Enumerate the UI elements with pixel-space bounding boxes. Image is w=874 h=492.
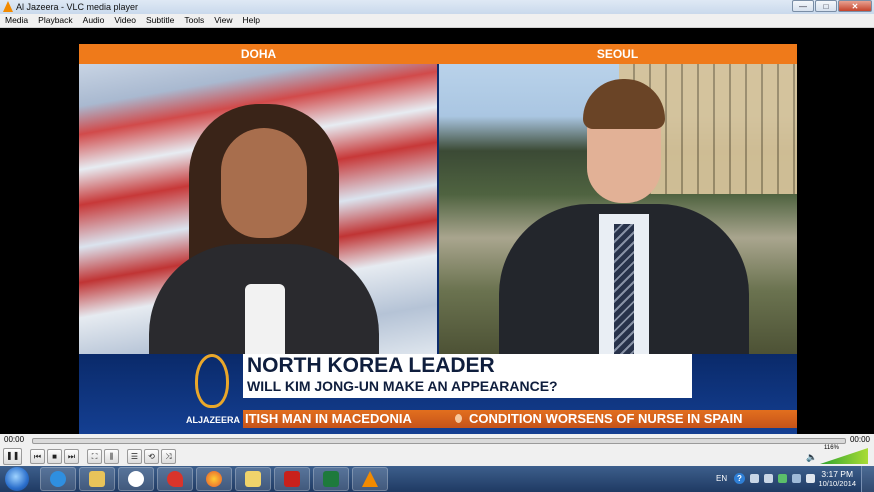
- presenter: [149, 104, 379, 354]
- broadcast-frame: DOHA SEOUL NORTH KOREA LEADER WILL KIM J…: [79, 44, 797, 434]
- system-tray: EN ? 3:17 PM 10/10/2014: [714, 466, 874, 492]
- minimize-button[interactable]: —: [792, 0, 814, 12]
- ticker-separator-icon: [455, 414, 462, 423]
- menu-media[interactable]: Media: [0, 14, 33, 27]
- menu-subtitle[interactable]: Subtitle: [141, 14, 179, 27]
- clock[interactable]: 3:17 PM 10/10/2014: [818, 469, 856, 489]
- studio-panel: [79, 64, 437, 354]
- vlc-cone-icon: [362, 471, 378, 487]
- start-button[interactable]: [5, 467, 29, 491]
- firefox-icon: [206, 471, 222, 487]
- correspondent-panel: [439, 64, 797, 354]
- control-buttons: ❚❚ ⏮ ■ ⏭ ⛶ ⫼ ☰ ⟲ ⤨: [3, 448, 178, 465]
- random-button[interactable]: ⤨: [161, 449, 176, 464]
- fullscreen-button[interactable]: ⛶: [87, 449, 102, 464]
- playlist-button[interactable]: ☰: [127, 449, 142, 464]
- internet-explorer-icon: [50, 471, 66, 487]
- window-title: Al Jazeera - VLC media player: [16, 2, 139, 12]
- media-center-icon: [128, 471, 144, 487]
- menu-tools[interactable]: Tools: [179, 14, 209, 27]
- ticker-item: ITISH MAN IN MACEDONIA: [245, 411, 412, 426]
- menu-bar: Media Playback Audio Video Subtitle Tool…: [0, 14, 874, 28]
- ticker-item: CONDITION WORSENS OF NURSE IN SPAIN: [469, 411, 743, 426]
- taskbar-vlc[interactable]: [352, 467, 388, 491]
- correspondent: [499, 79, 749, 354]
- acrobat-icon: [284, 471, 300, 487]
- taskbar-apps: [40, 467, 391, 491]
- video-area[interactable]: DOHA SEOUL NORTH KOREA LEADER WILL KIM J…: [0, 28, 874, 434]
- taskbar-excel[interactable]: [313, 467, 349, 491]
- taskbar-pushpin[interactable]: [157, 467, 193, 491]
- clock-time: 3:17 PM: [821, 469, 854, 479]
- vlc-cone-icon: [3, 1, 13, 12]
- menu-help[interactable]: Help: [237, 14, 264, 27]
- player-controls: 00:00 00:00 ❚❚ ⏮ ■ ⏭ ⛶ ⫼ ☰ ⟲ ⤨ 🔈 116%: [0, 434, 874, 466]
- language-indicator[interactable]: EN: [716, 474, 727, 483]
- pushpin-icon: [167, 471, 183, 487]
- network-icon[interactable]: [792, 474, 801, 483]
- location-bar: DOHA SEOUL: [79, 44, 797, 64]
- previous-button[interactable]: ⏮: [30, 449, 45, 464]
- taskbar-acrobat[interactable]: [274, 467, 310, 491]
- seek-bar[interactable]: [32, 438, 846, 444]
- location-left: DOHA: [240, 47, 277, 61]
- taskbar-firefox[interactable]: [196, 467, 232, 491]
- loop-button[interactable]: ⟲: [144, 449, 159, 464]
- taskbar: EN ? 3:17 PM 10/10/2014: [0, 466, 874, 492]
- tray-app-icon[interactable]: [750, 474, 759, 483]
- headline: NORTH KOREA LEADER: [247, 354, 495, 377]
- close-button[interactable]: ✕: [838, 0, 872, 12]
- taskbar-file-explorer[interactable]: [79, 467, 115, 491]
- maximize-button[interactable]: □: [815, 0, 837, 12]
- subheadline: WILL KIM JONG-UN MAKE AN APPEARANCE?: [247, 378, 558, 394]
- time-elapsed: 00:00: [4, 435, 25, 444]
- tray-app-icon[interactable]: [764, 474, 773, 483]
- menu-view[interactable]: View: [209, 14, 237, 27]
- pause-button[interactable]: ❚❚: [3, 448, 22, 465]
- help-icon[interactable]: ?: [734, 473, 745, 484]
- taskbar-media-center[interactable]: [118, 467, 154, 491]
- menu-playback[interactable]: Playback: [33, 14, 78, 27]
- headline-box: NORTH KOREA LEADER WILL KIM JONG-UN MAKE…: [243, 354, 692, 398]
- window-controls: — □ ✕: [791, 0, 872, 13]
- menu-video[interactable]: Video: [109, 14, 141, 27]
- volume-tray-icon[interactable]: [806, 474, 815, 483]
- excel-icon: [323, 471, 339, 487]
- lower-third: NORTH KOREA LEADER WILL KIM JONG-UN MAKE…: [79, 354, 797, 434]
- taskbar-folder[interactable]: [235, 467, 271, 491]
- next-button[interactable]: ⏭: [64, 449, 79, 464]
- volume-level: 116%: [824, 445, 839, 451]
- news-ticker: ITISH MAN IN MACEDONIA CONDITION WORSENS…: [243, 410, 797, 428]
- show-desktop-button[interactable]: [861, 466, 874, 492]
- folder-icon: [245, 471, 261, 487]
- folder-icon: [89, 471, 105, 487]
- clock-date: 10/10/2014: [818, 479, 856, 488]
- volume-control[interactable]: 🔈 116%: [806, 445, 870, 464]
- time-total: 00:00: [849, 435, 870, 444]
- stop-button[interactable]: ■: [47, 449, 62, 464]
- tray-app-icon[interactable]: [778, 474, 787, 483]
- channel-brand: ALJAZEERA: [185, 415, 240, 425]
- location-right: SEOUL: [596, 47, 639, 61]
- taskbar-internet-explorer[interactable]: [40, 467, 76, 491]
- title-bar: Al Jazeera - VLC media player — □ ✕: [0, 0, 874, 15]
- speaker-icon[interactable]: 🔈: [806, 452, 817, 463]
- menu-audio[interactable]: Audio: [78, 14, 110, 27]
- extended-settings-button[interactable]: ⫼: [104, 449, 119, 464]
